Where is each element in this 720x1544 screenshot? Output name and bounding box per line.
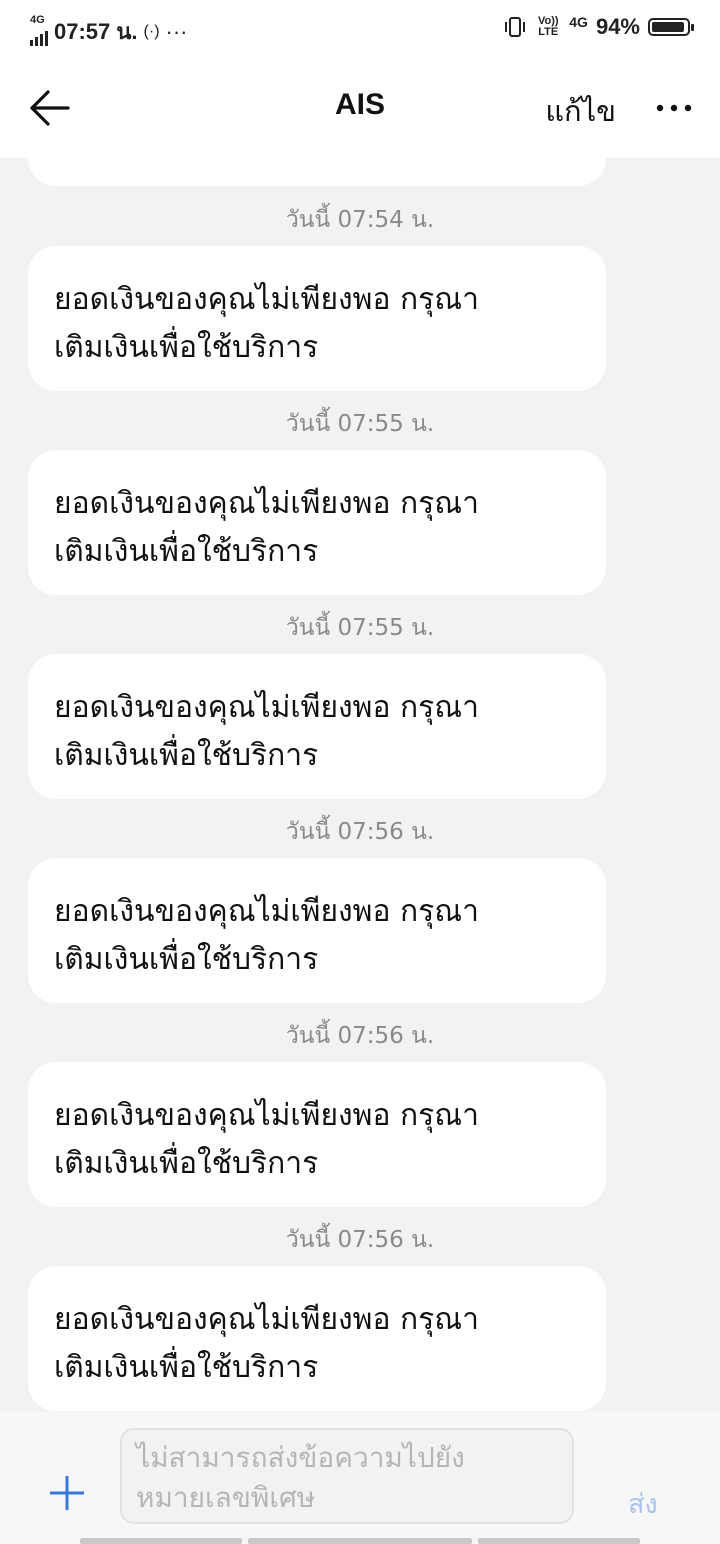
message-thread[interactable]: วันนี้ 07:54 น. ยอดเงินของคุณไม่เพียงพอ …: [0, 158, 720, 1412]
status-time: 07:57 น.: [54, 19, 138, 44]
more-horizontal-icon: [656, 104, 692, 112]
message-text-line: เติมเงินเพื่อใช้บริการ: [54, 534, 319, 569]
message-bubble[interactable]: ยอดเงินของคุณไม่เพียงพอ กรุณา เติมเงินเพ…: [28, 858, 606, 1003]
message-text-line: เติมเงินเพื่อใช้บริการ: [54, 942, 319, 977]
signal-icon: 4G: [30, 14, 48, 46]
message-text-line: เติมเงินเพื่อใช้บริการ: [54, 1146, 319, 1181]
status-bar: 4G 07:57 น. (·) ··· Vo)) LTE 4G 94%: [0, 0, 720, 58]
volte-icon: Vo)) LTE: [537, 15, 559, 38]
message-timestamp: วันนี้ 07:54 น.: [285, 207, 435, 233]
battery-icon: [648, 18, 694, 36]
vibrate-icon: [503, 16, 527, 38]
message-timestamp: วันนี้ 07:55 น.: [285, 411, 435, 437]
network-type-right: 4G: [569, 14, 588, 30]
attach-button[interactable]: [46, 1472, 88, 1514]
more-options-button[interactable]: [654, 86, 694, 130]
plus-icon: [50, 1476, 84, 1510]
edit-button[interactable]: แก้ไข: [545, 88, 616, 134]
message-bubble[interactable]: ยอดเงินของคุณไม่เพียงพอ กรุณา เติมเงินเพ…: [28, 654, 606, 799]
battery-percent: 94%: [595, 14, 640, 39]
message-text-line: เติมเงินเพื่อใช้บริการ: [54, 738, 319, 773]
message-timestamp: วันนี้ 07:55 น.: [285, 615, 435, 641]
message-text-line: ยอดเงินของคุณไม่เพียงพอ กรุณา: [54, 894, 479, 929]
message-bubble[interactable]: ยอดเงินของคุณไม่เพียงพอ กรุณา เติมเงินเพ…: [28, 1266, 606, 1411]
hotspot-icon: (·): [143, 22, 160, 40]
message-timestamp: วันนี้ 07:56 น.: [285, 1227, 435, 1253]
more-status-icon: ···: [165, 18, 188, 44]
message-composer: ไม่สามารถส่งข้อความไปยัง หมายเลขพิเศษ ส่…: [0, 1412, 720, 1544]
message-bubble-partial[interactable]: [28, 158, 606, 186]
send-button[interactable]: ส่ง: [628, 1482, 658, 1525]
conversation-header: AIS แก้ไข: [0, 58, 720, 158]
message-bubble[interactable]: ยอดเงินของคุณไม่เพียงพอ กรุณา เติมเงินเพ…: [28, 246, 606, 391]
input-placeholder-line: ไม่สามารถส่งข้อความไปยัง: [136, 1441, 465, 1474]
navigation-bar: [0, 1538, 720, 1544]
message-bubble[interactable]: ยอดเงินของคุณไม่เพียงพอ กรุณา เติมเงินเพ…: [28, 450, 606, 595]
message-text-line: เติมเงินเพื่อใช้บริการ: [54, 1350, 319, 1385]
message-timestamp: วันนี้ 07:56 น.: [285, 819, 435, 845]
message-text-line: เติมเงินเพื่อใช้บริการ: [54, 330, 319, 365]
message-text-line: ยอดเงินของคุณไม่เพียงพอ กรุณา: [54, 1302, 479, 1337]
input-placeholder-line: หมายเลขพิเศษ: [136, 1481, 316, 1514]
message-text-line: ยอดเงินของคุณไม่เพียงพอ กรุณา: [54, 486, 479, 521]
network-type-label: 4G: [30, 13, 45, 26]
message-text-line: ยอดเงินของคุณไม่เพียงพอ กรุณา: [54, 1098, 479, 1133]
message-input[interactable]: ไม่สามารถส่งข้อความไปยัง หมายเลขพิเศษ: [120, 1428, 574, 1524]
message-text-line: ยอดเงินของคุณไม่เพียงพอ กรุณา: [54, 282, 479, 317]
message-text-line: ยอดเงินของคุณไม่เพียงพอ กรุณา: [54, 690, 479, 725]
message-timestamp: วันนี้ 07:56 น.: [285, 1023, 435, 1049]
message-bubble[interactable]: ยอดเงินของคุณไม่เพียงพอ กรุณา เติมเงินเพ…: [28, 1062, 606, 1207]
